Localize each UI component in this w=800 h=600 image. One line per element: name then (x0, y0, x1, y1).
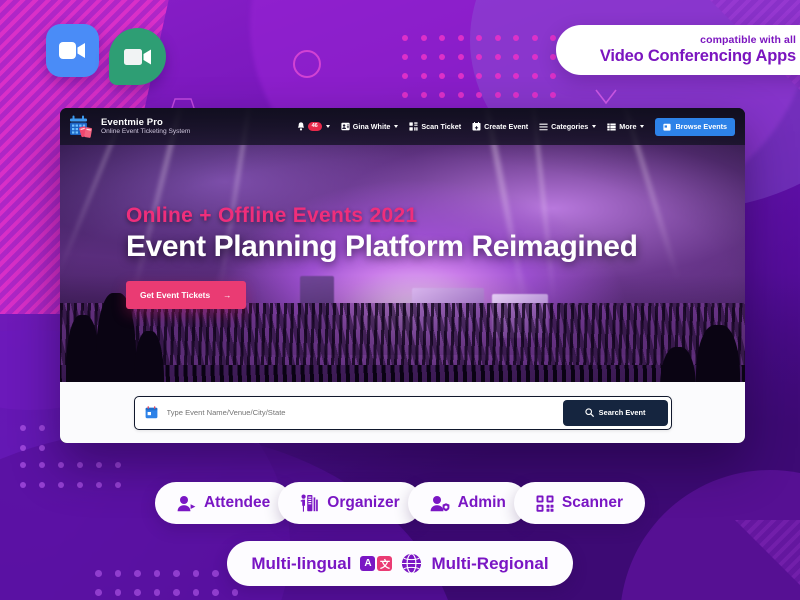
pill-multilingual-multiregional[interactable]: Multi-lingual A 文 Multi-Regional (227, 541, 573, 586)
chevron-down-icon (325, 125, 330, 128)
hero-headline: Event Planning Platform Reimagined (126, 230, 638, 263)
multiregional-label: Multi-Regional (431, 553, 549, 573)
search-input[interactable] (157, 408, 563, 417)
calendar-icon (145, 406, 157, 419)
user-card-icon (341, 122, 350, 131)
get-event-tickets-label: Get Event Tickets (140, 290, 211, 300)
search-event-button[interactable]: Search Event (562, 399, 668, 426)
video-camera-glyph (59, 42, 85, 59)
feature-pill-row: Multi-lingual A 文 Multi-Regional (0, 541, 800, 586)
video-app-icons-group (46, 24, 166, 85)
app-navbar: Eventmie Pro Online Event Ticketing Syst… (60, 108, 745, 145)
magnifier-icon (585, 408, 594, 417)
nav-item-label: Categories (551, 122, 589, 131)
search-event-label: Search Event (598, 408, 646, 417)
pill-admin[interactable]: Admin (407, 482, 528, 524)
pill-label: Organizer (327, 494, 400, 511)
chevron-down-icon (394, 125, 399, 128)
compatibility-ribbon: compatible with all Video Conferencing A… (556, 25, 800, 75)
qr-code-icon (536, 495, 554, 512)
list-icon (539, 123, 548, 130)
nav-item-categories[interactable]: Categories (539, 122, 597, 131)
chevron-outline-decoration (595, 89, 617, 105)
browse-events-button[interactable]: Browse Events (655, 117, 735, 136)
brand-name: Eventmie Pro (101, 116, 163, 128)
app-preview-card: Eventmie Pro Online Event Ticketing Syst… (60, 108, 745, 443)
nav-item-create-event[interactable]: Create Event (472, 122, 528, 131)
chevron-down-icon (592, 125, 597, 128)
search-strip: Search Event (60, 382, 745, 443)
pill-organizer[interactable]: Organizer (278, 482, 422, 524)
nav-item-more[interactable]: More (607, 122, 645, 131)
hero-copy: Online + Offline Events 2021 Event Plann… (126, 204, 638, 309)
notifications-button[interactable]: 46 (297, 122, 330, 131)
nav-links: 46 Gina White Scan Ticket Create Event C… (297, 117, 735, 136)
browse-events-label: Browse Events (675, 122, 727, 131)
nav-item-label: More (619, 122, 637, 131)
globe-icon (402, 553, 422, 574)
nav-item-scan-ticket[interactable]: Scan Ticket (409, 122, 461, 131)
multilingual-label: Multi-lingual (251, 553, 352, 573)
lang-letter-b: 文 (377, 556, 393, 571)
bell-icon (297, 122, 304, 131)
circle-outline-decoration (293, 50, 321, 78)
nav-item-label: Scan Ticket (421, 122, 462, 131)
pill-label: Attendee (203, 494, 271, 511)
brand[interactable]: Eventmie Pro Online Event Ticketing Syst… (69, 115, 190, 139)
nav-item-label: Gina White (352, 122, 391, 131)
organizer-icon (300, 494, 319, 512)
calendar-icon (663, 123, 672, 131)
role-pills-row: Attendee Organizer Admin Scanner (0, 482, 800, 524)
nav-item-label: Create Event (484, 122, 529, 131)
chevron-down-icon (640, 125, 645, 128)
video-camera-glyph (123, 48, 151, 65)
ribbon-big-text: Video Conferencing Apps (599, 47, 796, 65)
grid-icon (607, 123, 616, 130)
qr-scan-icon (409, 122, 418, 131)
brand-tagline: Online Event Ticketing System (101, 128, 191, 136)
search-bar: Search Event (133, 395, 672, 430)
pill-attendee[interactable]: Attendee (154, 482, 293, 524)
user-shield-icon (430, 495, 450, 511)
hero-eyebrow: Online + Offline Events 2021 (126, 204, 418, 227)
ribbon-small-text: compatible with all (700, 34, 796, 46)
translate-icon: A 文 (360, 556, 393, 571)
google-meet-icon[interactable] (109, 28, 166, 85)
pill-scanner[interactable]: Scanner (513, 482, 646, 524)
lang-letter-a: A (360, 556, 376, 571)
pill-label: Scanner (561, 494, 624, 511)
calendar-plus-icon (472, 122, 481, 131)
notification-badge: 46 (307, 122, 322, 131)
arrow-right-icon: → (223, 290, 232, 300)
nav-item-user[interactable]: Gina White (341, 122, 399, 131)
calendar-tickets-logo-icon (70, 115, 93, 138)
get-event-tickets-button[interactable]: Get Event Tickets → (126, 281, 246, 309)
zoom-icon[interactable] (46, 24, 99, 77)
user-check-icon (177, 495, 196, 511)
pill-label: Admin (457, 494, 506, 511)
